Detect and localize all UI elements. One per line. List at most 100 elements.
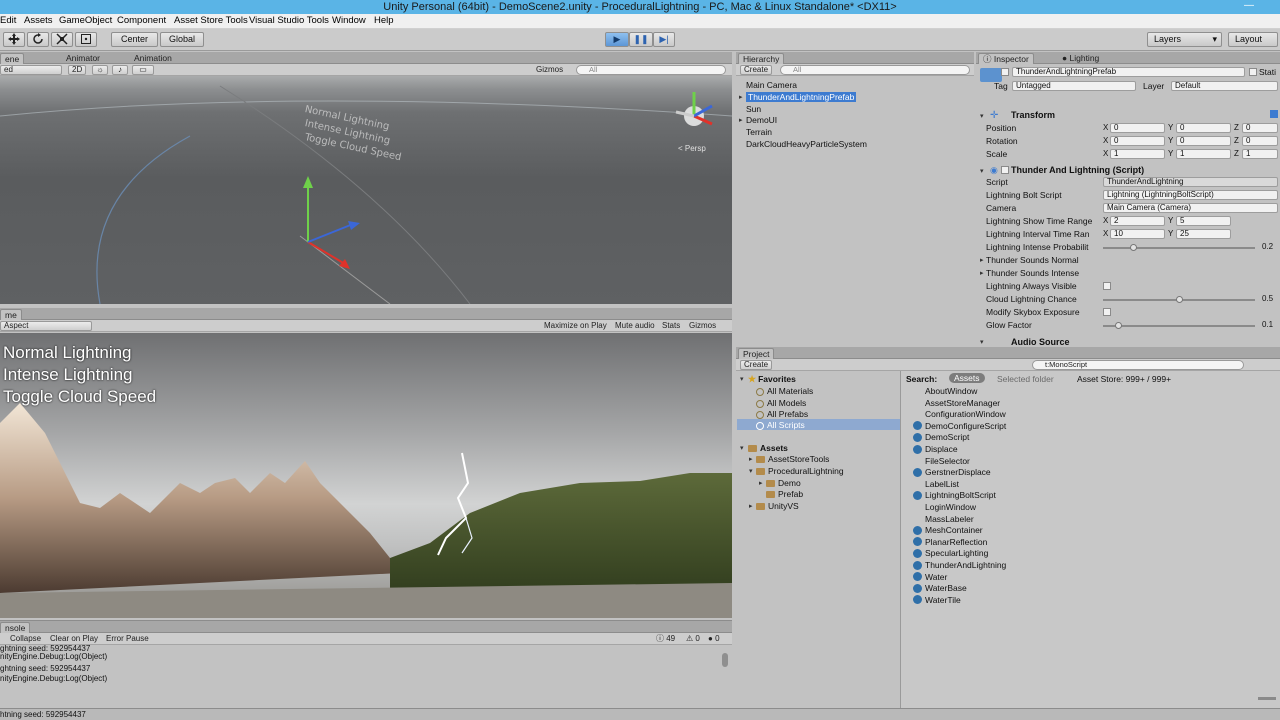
component-expand-icon[interactable]: ▾ — [980, 167, 984, 175]
rect-tool-button[interactable] — [75, 32, 97, 47]
search-scope-assets[interactable]: Assets — [949, 373, 985, 383]
position-x-field[interactable]: 0 — [1110, 123, 1165, 133]
cloud-chance-value[interactable]: 0.5 — [1262, 294, 1273, 303]
favorite-all-prefabs[interactable]: All Prefabs — [756, 409, 808, 419]
console-line[interactable]: ghtning seed: 592954437 — [0, 664, 90, 673]
game-text-toggle-cloud-speed[interactable]: Toggle Cloud Speed — [3, 387, 156, 407]
hierarchy-search-input[interactable]: All — [780, 65, 970, 75]
intense-probability-slider[interactable] — [1103, 247, 1255, 249]
project-search-input[interactable]: t:MonoScript — [1032, 360, 1244, 370]
expand-arrow-icon[interactable]: ▸ — [739, 116, 743, 124]
folder-demo[interactable]: Demo — [766, 478, 801, 488]
audio-toggle[interactable]: ♪ — [112, 65, 128, 75]
asset-item[interactable]: AboutWindow — [913, 386, 977, 396]
active-checkbox[interactable] — [1001, 68, 1009, 76]
menu-window[interactable]: Window — [332, 15, 366, 27]
info-count-toggle[interactable]: ⓘ 49 — [656, 634, 675, 644]
console-line[interactable]: nityEngine.Debug:Log(Object) — [0, 652, 107, 661]
intense-probability-value[interactable]: 0.2 — [1262, 242, 1273, 251]
folder-unityvs[interactable]: UnityVS — [756, 501, 799, 511]
audio-expand-icon[interactable]: ▾ — [980, 338, 984, 346]
folder-prefab[interactable]: Prefab — [766, 489, 803, 499]
status-message[interactable]: htning seed: 592954437 — [0, 710, 86, 719]
zoom-slider[interactable] — [1258, 697, 1276, 700]
console-line[interactable]: nityEngine.Debug:Log(Object) — [0, 674, 107, 683]
interval-y-field[interactable]: 25 — [1176, 229, 1231, 239]
scene-search-input[interactable]: All — [576, 65, 726, 75]
stats-toggle[interactable]: Stats — [662, 321, 680, 331]
hierarchy-item-thunder-prefab[interactable]: ThunderAndLightningPrefab — [746, 92, 857, 102]
asset-item[interactable]: ThunderAndLightning — [913, 560, 1006, 570]
minimize-button[interactable]: — — [1244, 0, 1254, 12]
asset-item[interactable]: DemoScript — [913, 432, 969, 442]
script-component-header[interactable]: Thunder And Lightning (Script) — [1011, 165, 1144, 175]
asset-item[interactable]: Displace — [913, 444, 958, 454]
hierarchy-item-main-camera[interactable]: Main Camera — [746, 80, 797, 90]
tab-animator[interactable]: Animator — [62, 53, 104, 64]
tab-game[interactable]: me — [0, 309, 22, 320]
scale-z-field[interactable]: 1 — [1242, 149, 1278, 159]
favorites-header[interactable]: ★ Favorites — [748, 374, 796, 385]
project-create-dropdown[interactable]: Create — [740, 360, 773, 370]
menu-visual-studio-tools[interactable]: Visual Studio Tools — [249, 15, 329, 27]
component-enabled-checkbox[interactable] — [1001, 166, 1009, 174]
hierarchy-item-terrain[interactable]: Terrain — [746, 127, 772, 137]
menu-help[interactable]: Help — [374, 15, 394, 27]
mute-audio-toggle[interactable]: Mute audio — [615, 321, 655, 331]
2d-toggle[interactable]: 2D — [68, 65, 87, 75]
rotation-y-field[interactable]: 0 — [1176, 136, 1231, 146]
scale-x-field[interactable]: 1 — [1110, 149, 1165, 159]
asset-item[interactable]: FileSelector — [913, 456, 970, 466]
scale-tool-button[interactable] — [51, 32, 73, 47]
expand-arrow-icon[interactable]: ▸ — [759, 479, 763, 487]
scale-y-field[interactable]: 1 — [1176, 149, 1231, 159]
asset-item[interactable]: LoginWindow — [913, 502, 976, 512]
glow-factor-slider[interactable] — [1103, 325, 1255, 327]
menu-assets[interactable]: Assets — [24, 15, 53, 27]
hierarchy-item-sun[interactable]: Sun — [746, 104, 761, 114]
audio-source-header[interactable]: Audio Source — [1011, 337, 1070, 347]
aspect-dropdown[interactable]: Aspect — [0, 321, 92, 331]
effects-dropdown[interactable]: ▭ — [132, 65, 154, 75]
search-scope-selected-folder[interactable]: Selected folder — [997, 374, 1054, 384]
error-pause-toggle[interactable]: Error Pause — [106, 634, 149, 644]
asset-item[interactable]: Water — [913, 572, 947, 582]
asset-item[interactable]: DemoConfigureScript — [913, 421, 1006, 431]
rotation-x-field[interactable]: 0 — [1110, 136, 1165, 146]
tab-inspector[interactable]: ⓘ Inspector — [978, 53, 1034, 64]
position-y-field[interactable]: 0 — [1176, 123, 1231, 133]
sounds-intense-label[interactable]: Thunder Sounds Intense — [986, 268, 1079, 278]
scene-view[interactable]: Normal Lightning Intense Lightning Toggl… — [0, 76, 732, 304]
layers-dropdown[interactable]: Layers ▾ — [1147, 32, 1222, 47]
camera-field[interactable]: Main Camera (Camera) — [1103, 203, 1278, 213]
transform-expand-icon[interactable]: ▾ — [980, 112, 984, 120]
play-button[interactable]: ▶ — [605, 32, 629, 47]
expand-arrow-icon[interactable]: ▾ — [749, 467, 753, 475]
show-time-y-field[interactable]: 5 — [1176, 216, 1231, 226]
assets-root[interactable]: Assets — [748, 443, 788, 453]
asset-item[interactable]: ConfigurationWindow — [913, 409, 1006, 419]
shading-mode-dropdown[interactable]: ed — [0, 65, 62, 75]
asset-item[interactable]: WaterTile — [913, 595, 961, 605]
asset-item[interactable]: GerstnerDisplace — [913, 467, 991, 477]
pivot-toggle[interactable]: Center — [111, 32, 158, 47]
tab-lighting[interactable]: ● Lighting — [1058, 53, 1103, 64]
asset-item[interactable]: MeshContainer — [913, 525, 983, 535]
favorite-all-materials[interactable]: All Materials — [756, 386, 813, 396]
favorite-all-models[interactable]: All Models — [756, 398, 806, 408]
move-tool-button[interactable] — [3, 32, 25, 47]
favorites-expand-icon[interactable]: ▾ — [740, 375, 744, 383]
step-button[interactable]: ▶| — [653, 32, 675, 47]
script-field[interactable]: ThunderAndLightning — [1103, 177, 1278, 187]
game-view[interactable]: Normal Lightning Intense Lightning Toggl… — [0, 333, 732, 618]
space-toggle[interactable]: Global — [160, 32, 204, 47]
hierarchy-item-dark-cloud[interactable]: DarkCloudHeavyParticleSystem — [746, 139, 867, 149]
menu-gameobject[interactable]: GameObject — [59, 15, 112, 27]
interval-x-field[interactable]: 10 — [1110, 229, 1165, 239]
transform-header[interactable]: Transform — [1011, 110, 1055, 120]
game-gizmos-toggle[interactable]: Gizmos — [689, 321, 716, 331]
maximize-on-play-toggle[interactable]: Maximize on Play — [544, 321, 607, 331]
layer-dropdown[interactable]: Default — [1171, 81, 1278, 91]
asset-item[interactable]: WaterBase — [913, 583, 967, 593]
tab-hierarchy[interactable]: Hierarchy — [738, 53, 785, 64]
